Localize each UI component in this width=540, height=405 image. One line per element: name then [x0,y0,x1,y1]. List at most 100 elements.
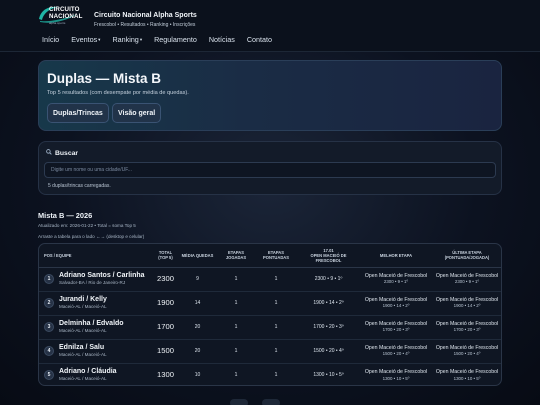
col-header-melhor[interactable]: MELHOR ETAPA [361,244,431,268]
pager-button-next[interactable] [262,399,280,405]
team-name: Jurandi / Kelly [59,296,107,303]
etapa-cell: 1300 • 10 • 5º [313,372,344,379]
search-icon [46,149,52,157]
main-nav: Início Eventos▾ Ranking▾ Regulamento Not… [42,35,284,44]
nav-eventos[interactable]: Eventos▾ [71,35,100,44]
jogadas-cell: 1 [216,339,256,364]
table-row[interactable]: 1 Adriano Santos / Carlinha Salvador-BA / … [39,267,501,292]
nav-regulamento[interactable]: Regulamento [154,35,197,44]
melhor-detail: 2300 • 9 • 1º [383,279,409,285]
results-meta: Atualizado em: 2026-01-22 • Total = soma… [38,223,136,228]
team-city: Maceió-AL / Maceió-AL [59,352,107,357]
scroll-hint: Arraste a tabela para o lado ←→ (desktop… [38,234,145,239]
ultima-detail: 1700 • 20 • 3º [453,327,481,333]
search-heading: Buscar [46,149,78,157]
melhor-cell: Open Maceió de Frescobol 1900 • 14 • 2º [361,291,431,316]
nav-noticias-label: Notícias [208,35,235,44]
team-info: Adriano / Cláudia Maceió-AL / Maceió-AL [59,368,117,382]
col-header-total[interactable]: TOTAL (TOP 5) [152,244,179,268]
melhor-name: Open Maceió de Frescobol [364,369,428,375]
duplas-trincas-button[interactable]: Duplas/Trincas [47,103,109,123]
nav-contato[interactable]: Contato [247,35,272,44]
pontuadas-cell: 1 [256,291,296,316]
team-name: Delminha / Edvaldo [59,320,124,327]
ultima-cell: Open Maceió de Frescobol 1300 • 10 • 5º [431,363,501,385]
team-name: Ednilza / Salu [59,344,105,351]
media-cell: 10 [194,372,201,379]
nav-ranking-label: Ranking [112,35,139,44]
ultima-detail: 1500 • 20 • 4º [453,351,481,357]
etapa-cell: 1500 • 20 • 4º [296,339,361,364]
total-cell: 1700 [152,315,179,340]
etapa-title: OPEN MACEIÓ DE FRESCOBOL [310,252,347,263]
logo-wordmark: CIRCUITO NACIONAL [49,6,82,20]
pontuadas-cell: 1 [274,372,278,379]
rank-badge: 5 [44,370,54,381]
team-city: Salvador-BA / Rio de Janeiro-RJ [59,280,126,285]
ultima-detail: 1900 • 14 • 2º [453,303,481,309]
ultima-cell: Open Maceió de Frescobol 2300 • 9 • 1º [431,267,501,292]
nav-regulamento-label: Regulamento [154,35,197,44]
nav-contato-label: Contato [246,35,272,44]
team-cell: 3 Delminha / Edvaldo Maceió-AL / Maceió-AL [39,315,152,340]
team-name: Adriano Santos / Carlinha [59,272,145,279]
melhor-detail: 1500 • 20 • 4º [382,351,410,357]
jogadas-cell: 1 [216,267,256,292]
jogadas-cell: 1 [234,372,238,379]
col-header-pontuadas[interactable]: ETAPAS PONTUADAS [256,244,296,268]
nav-inicio[interactable]: Início [42,35,59,44]
team-city: Maceió-AL / Maceió-AL [59,376,107,382]
nav-ranking[interactable]: Ranking▾ [112,35,142,44]
col-header-pos[interactable]: POS / EQUIPE [39,244,152,268]
rank-badge: 4 [44,346,54,356]
pontuadas-cell: 1 [256,315,296,340]
ultima-cell: Open Maceió de Frescobol 1900 • 14 • 2º [431,291,501,316]
pager-button-prev[interactable] [230,399,248,405]
table-row[interactable]: 3 Delminha / Edvaldo Maceió-AL / Maceió-AL… [39,315,501,340]
ultima-name: Open Maceió de Frescobol [435,369,499,375]
col-header-jogadas[interactable]: ETAPAS JOGADAS [216,244,256,268]
team-info: Adriano Santos / Carlinha Salvador-BA / R… [59,272,145,286]
nav-noticias[interactable]: Notícias [209,35,235,44]
melhor-cell: Open Maceió de Frescobol 1700 • 20 • 3º [361,315,431,340]
search-input[interactable] [44,162,496,178]
total-cell: 1300 [157,370,174,380]
total-cell: 2300 [152,267,179,292]
pontuadas-cell: 1 [256,339,296,364]
table-row[interactable]: 2 Jurandi / Kelly Maceió-AL / Maceió-AL 19… [39,291,501,316]
site-title: Circuito Nacional Alpha Sports [94,12,197,19]
brand-logo[interactable]: CIRCUITO NACIONAL alpha sports [37,5,83,25]
team-cell: 5 Adriano / Cláudia Maceió-AL / Maceió-AL [39,363,152,385]
table-header-row: POS / EQUIPE TOTAL (TOP 5) MÉDIA QUEDAS … [39,244,501,268]
melhor-cell: Open Maceió de Frescobol 1500 • 20 • 4º [361,339,431,364]
brand[interactable]: CIRCUITO NACIONAL alpha sports Circuito … [37,5,197,28]
search-panel: Buscar 5 duplas/trincas carregadas. [38,141,502,195]
etapa-cell: 2300 • 9 • 1º [296,267,361,292]
col-header-ultima[interactable]: ÚLTIMA ETAPA (PONTUADA/JOGADA) [431,244,501,268]
results-title: Mista B — 2026 [38,211,93,220]
melhor-detail: 1700 • 20 • 3º [382,327,410,333]
etapa-cell: 1900 • 14 • 2º [296,291,361,316]
chevron-down-icon: ▾ [98,37,101,42]
col-header-media[interactable]: MÉDIA QUEDAS [179,244,216,268]
team-info: Delminha / Edvaldo Maceió-AL / Maceió-AL [59,320,124,334]
media-cell: 20 [179,339,216,364]
melhor-cell: Open Maceió de Frescobol 2300 • 9 • 1º [361,267,431,292]
top-header: CIRCUITO NACIONAL alpha sports Circuito … [0,0,540,52]
table-row[interactable]: 5 Adriano / Cláudia Maceió-AL / Maceió-AL … [39,363,501,385]
team-name: Adriano / Cláudia [59,368,117,376]
table-row[interactable]: 4 Ednilza / Salu Maceió-AL / Maceió-AL 150… [39,339,501,364]
ranking-table-container[interactable]: POS / EQUIPE TOTAL (TOP 5) MÉDIA QUEDAS … [38,243,502,386]
ultima-detail: 2300 • 9 • 1º [454,279,480,285]
team-cell: 4 Ednilza / Salu Maceió-AL / Maceió-AL [39,339,152,364]
col-header-etapa[interactable]: 17.01 OPEN MACEIÓ DE FRESCOBOL [296,244,361,268]
team-cell: 2 Jurandi / Kelly Maceió-AL / Maceió-AL [39,291,152,316]
media-cell: 20 [179,315,216,340]
jogadas-cell: 1 [216,291,256,316]
team-cell: 1 Adriano Santos / Carlinha Salvador-BA / … [39,267,152,292]
visao-geral-button[interactable]: Visão geral [112,103,162,123]
pontuadas-cell: 1 [256,267,296,292]
melhor-detail: 1900 • 14 • 2º [382,303,410,309]
ultima-cell: Open Maceió de Frescobol 1500 • 20 • 4º [431,339,501,364]
team-city: Maceió-AL / Maceió-AL [59,328,107,333]
